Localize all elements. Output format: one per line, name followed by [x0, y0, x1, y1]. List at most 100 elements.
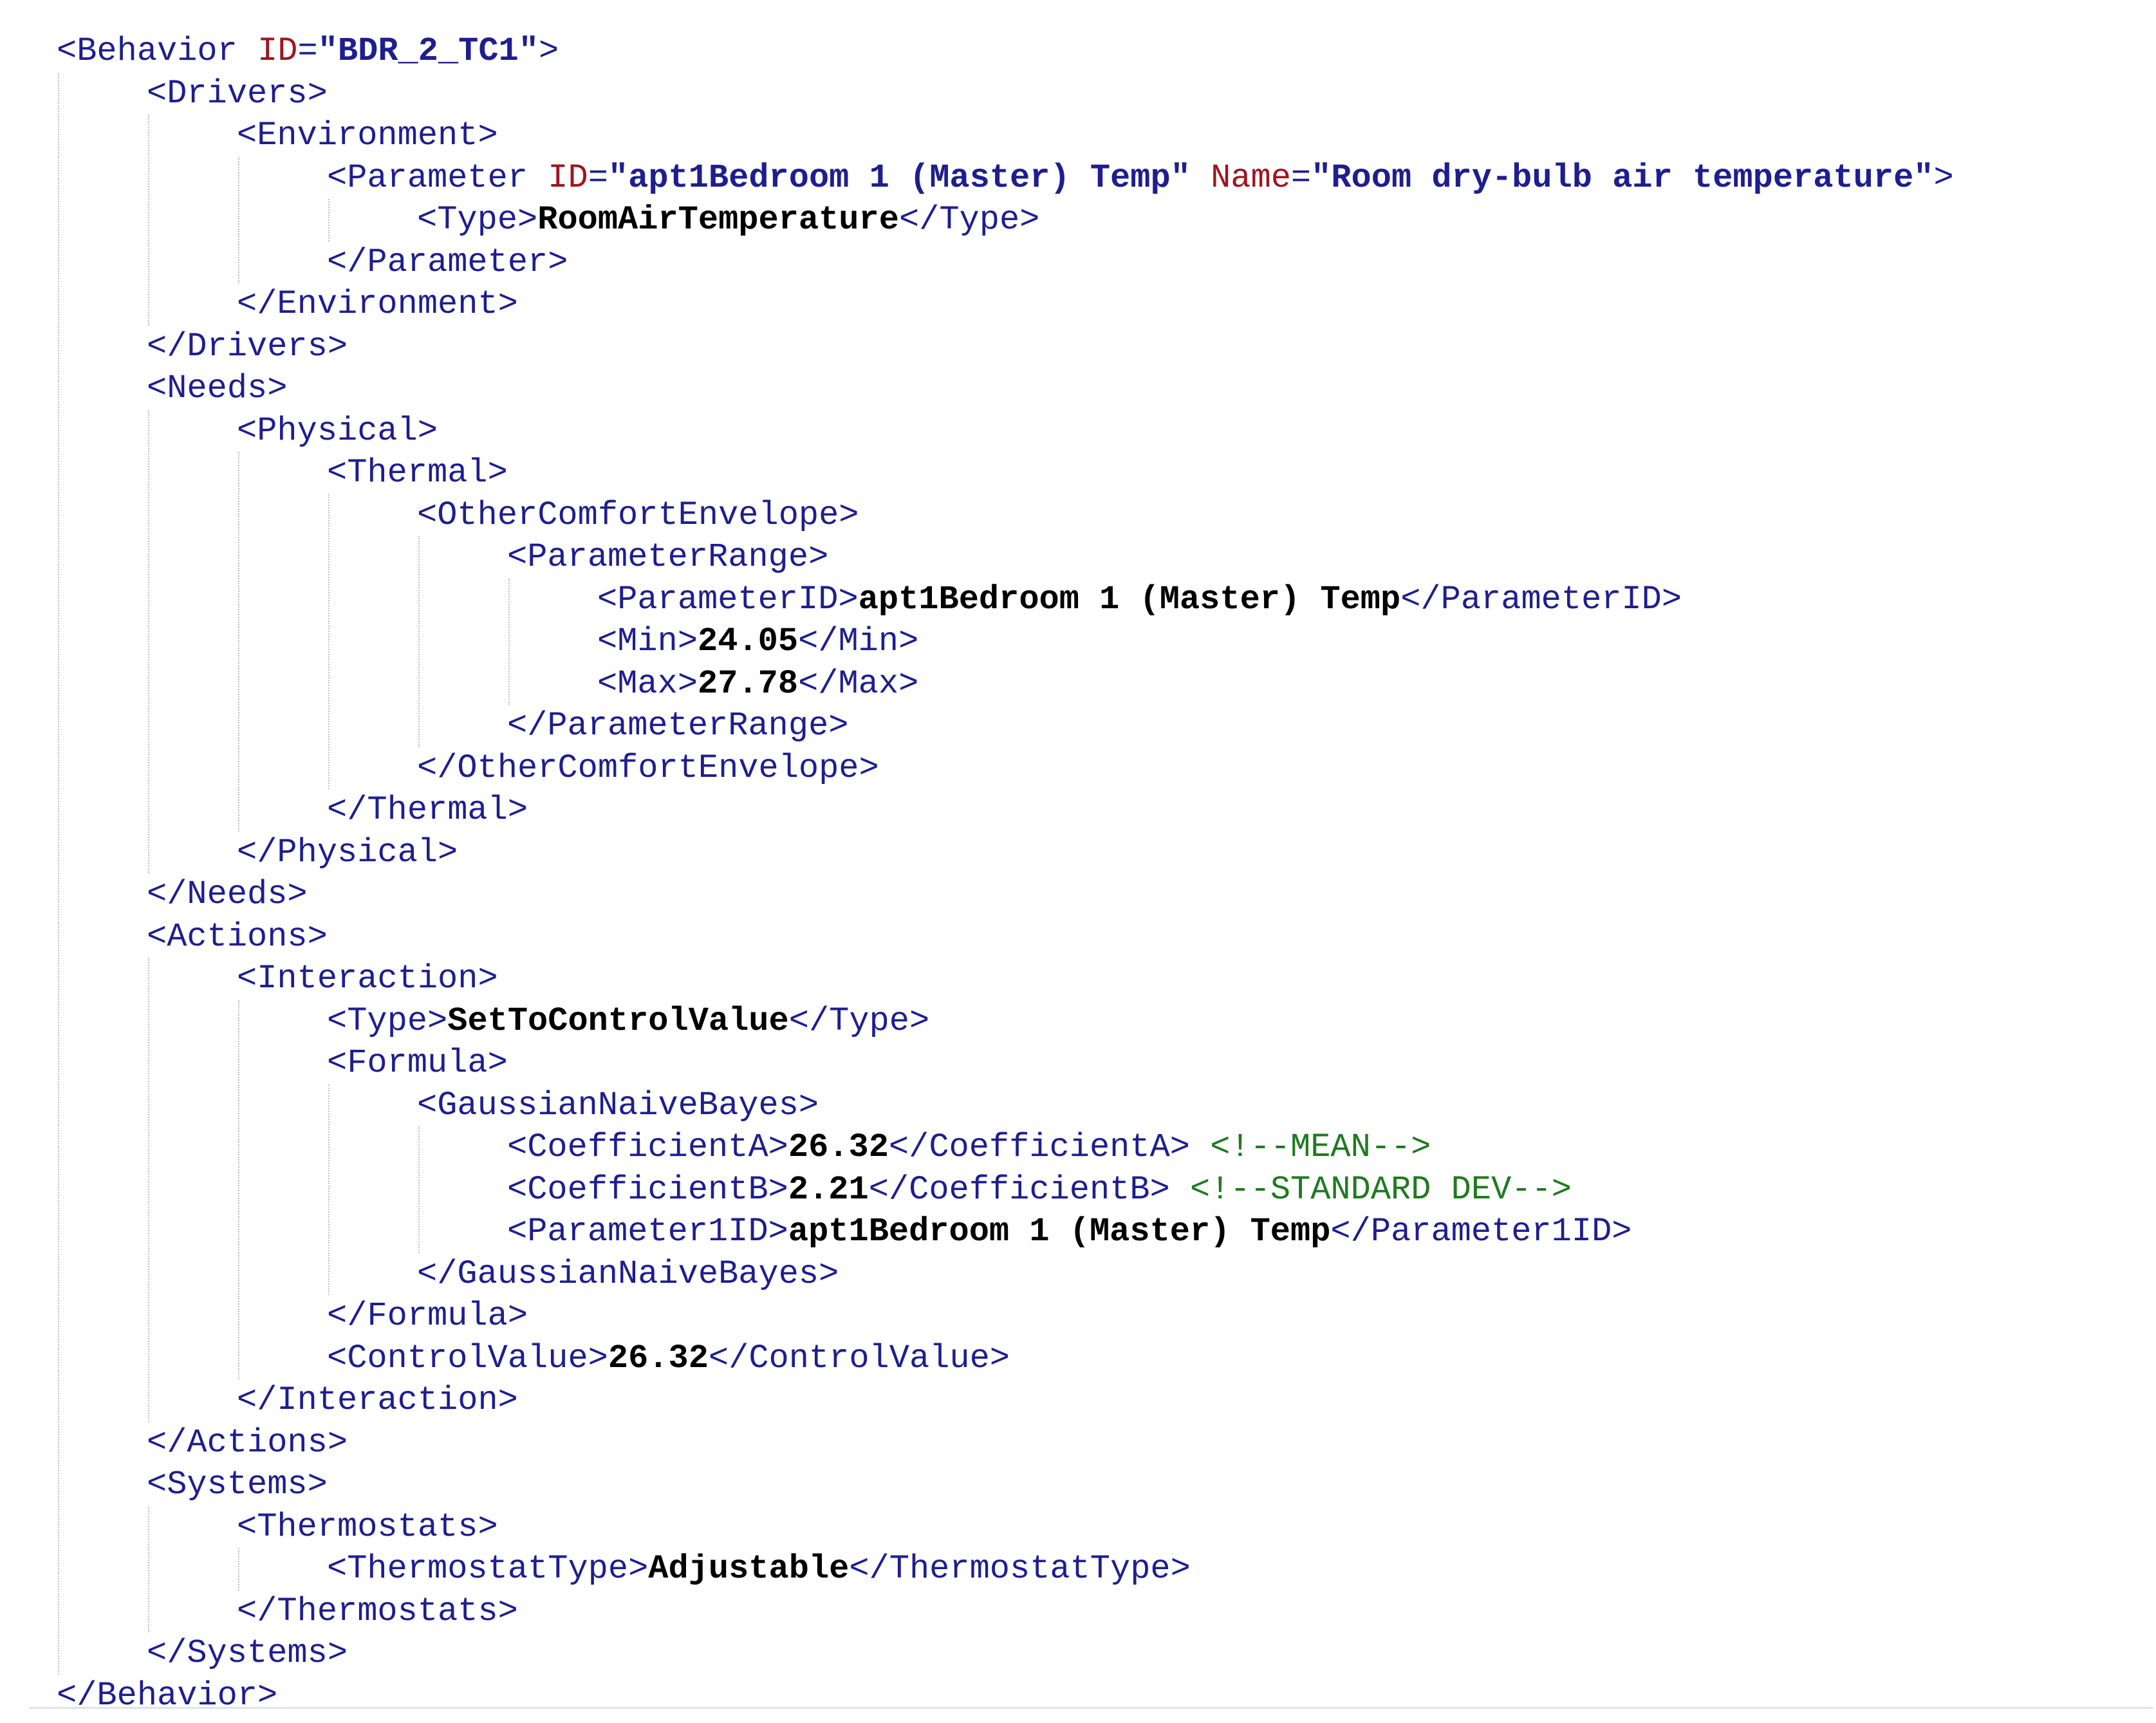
code-line: <Interaction>: [237, 958, 498, 1000]
xml-tag: >: [1933, 158, 1954, 197]
xml-tag: </Type>: [898, 201, 1040, 239]
indent-guide: [238, 156, 239, 283]
indent-guide: [238, 1000, 239, 1379]
xml-tag: =: [297, 32, 318, 70]
xml-tag: <GaussianNaiveBayes>: [417, 1086, 819, 1124]
xml-tag: <Environment>: [237, 116, 498, 154]
indent-guide: [148, 958, 149, 1422]
code-line: </Systems>: [147, 1632, 348, 1675]
code-line: <Thermostats>: [237, 1506, 498, 1549]
xml-tag: [1190, 1128, 1210, 1166]
code-line: <ControlValue>26.32</ControlValue>: [327, 1337, 1010, 1380]
element-value: Adjustable: [648, 1550, 850, 1588]
indent-guide: [328, 494, 330, 789]
code-line: <Max>27.78</Max>: [597, 663, 918, 705]
element-value: SetToControlValue: [447, 1001, 789, 1040]
xml-tag: <Parameter1ID>: [507, 1213, 788, 1251]
code-line: </OtherComfortEnvelope>: [417, 747, 879, 790]
code-line: </Parameter>: [327, 241, 568, 284]
element-value: 24.05: [698, 622, 799, 660]
attribute-name: Name: [1211, 158, 1291, 197]
code-line: <Needs>: [147, 368, 287, 410]
indent-guide: [148, 115, 149, 326]
xml-tag: <Drivers>: [147, 74, 328, 113]
xml-tag: =: [1290, 158, 1312, 197]
xml-tag: <OtherComfortEnvelope>: [417, 496, 859, 534]
xml-tag: <Systems>: [147, 1466, 328, 1504]
code-line: </Behavior>: [57, 1675, 277, 1717]
xml-tag: </Systems>: [147, 1634, 348, 1672]
code-line: </Thermostats>: [237, 1590, 518, 1633]
xml-tag: </Type>: [788, 1001, 930, 1040]
code-line: </Physical>: [237, 832, 458, 874]
xml-tag: </ThermostatType>: [849, 1550, 1191, 1588]
code-line: <ParameterID>apt1Bedroom 1 (Master) Temp…: [597, 579, 1682, 621]
code-line: <Formula>: [327, 1042, 508, 1085]
code-line: <Behavior ID="BDR_2_TC1">: [57, 30, 559, 73]
xml-tag: <Thermostats>: [237, 1507, 498, 1546]
code-comment: <!--STANDARD DEV-->: [1190, 1170, 1572, 1209]
xml-tag: </Max>: [798, 664, 919, 703]
element-value: RoomAirTemperature: [537, 201, 899, 239]
xml-tag: </Formula>: [327, 1297, 528, 1335]
indent-guide: [508, 578, 510, 705]
xml-tag: </OtherComfortEnvelope>: [417, 749, 879, 787]
attribute-value: "BDR_2_TC1": [317, 32, 539, 70]
code-line: <Actions>: [147, 916, 328, 958]
xml-tag: [1170, 1171, 1190, 1209]
code-line: </ParameterRange>: [507, 705, 849, 747]
code-comment: <!--MEAN-->: [1210, 1128, 1431, 1166]
code-line: <Thermal>: [327, 452, 508, 494]
xml-tag: <Type>: [327, 1001, 448, 1040]
xml-code-view: <Behavior ID="BDR_2_TC1"> <Drivers> <Envir…: [0, 0, 2156, 1723]
attribute-name: ID: [548, 158, 588, 197]
indent-guide: [238, 452, 239, 832]
xml-tag: [1191, 159, 1211, 197]
xml-tag: </Parameter1ID>: [1330, 1213, 1632, 1251]
xml-tag: </Thermal>: [327, 791, 528, 829]
xml-tag: </Interaction>: [237, 1381, 518, 1419]
code-line: <Systems>: [147, 1464, 328, 1506]
indent-guide: [328, 1084, 330, 1295]
xml-tag: </ParameterID>: [1400, 580, 1682, 619]
code-line: </GaussianNaiveBayes>: [417, 1253, 839, 1296]
element-value: 2.21: [788, 1170, 869, 1209]
xml-tag: <ParameterID>: [597, 580, 859, 619]
xml-tag: <Thermal>: [327, 454, 508, 492]
xml-tag: <Physical>: [237, 411, 438, 450]
xml-tag: <Type>: [417, 201, 538, 239]
code-line: </Actions>: [147, 1422, 348, 1464]
xml-tag: <CoefficientB>: [507, 1170, 788, 1209]
xml-tag: </ControlValue>: [708, 1339, 1010, 1377]
xml-tag: <Needs>: [147, 369, 288, 407]
xml-tag: <ThermostatType>: [327, 1550, 649, 1588]
code-line: <CoefficientB>2.21</CoefficientB> <!--ST…: [507, 1169, 1572, 1211]
code-line: <Parameter1ID>apt1Bedroom 1 (Master) Tem…: [507, 1211, 1632, 1253]
indent-guide: [418, 536, 420, 747]
code-line: <Min>24.05</Min>: [597, 620, 918, 663]
code-line: </Drivers>: [147, 326, 348, 368]
element-value: apt1Bedroom 1 (Master) Temp: [858, 580, 1401, 619]
indent-guide: [238, 1548, 239, 1590]
code-line: <GaussianNaiveBayes>: [417, 1085, 819, 1127]
element-value: 26.32: [788, 1128, 889, 1166]
code-line: </Environment>: [237, 283, 518, 326]
xml-tag: <Formula>: [327, 1044, 508, 1082]
xml-tag: <ParameterRange>: [507, 538, 829, 576]
xml-tag: </Thermostats>: [237, 1592, 518, 1630]
code-line: <ParameterRange>: [507, 536, 828, 579]
xml-tag: </CoefficientB>: [868, 1170, 1170, 1209]
indent-guide: [328, 199, 330, 241]
xml-tag: <Behavior: [57, 32, 258, 70]
indent-guide: [148, 409, 149, 873]
code-line: <Environment>: [237, 115, 498, 157]
code-line: <Drivers>: [147, 73, 328, 115]
xml-tag: =: [588, 158, 608, 197]
code-line: <ThermostatType>Adjustable</ThermostatTy…: [327, 1548, 1191, 1590]
xml-tag: </Actions>: [147, 1423, 348, 1462]
code-line: <CoefficientA>26.32</CoefficientA> <!--M…: [507, 1126, 1431, 1169]
xml-tag: <Interaction>: [237, 960, 498, 998]
indent-guide: [418, 1126, 420, 1253]
attribute-value: "Room dry-bulb air temperature": [1311, 158, 1934, 197]
code-line: <Type>RoomAirTemperature</Type>: [417, 199, 1039, 241]
